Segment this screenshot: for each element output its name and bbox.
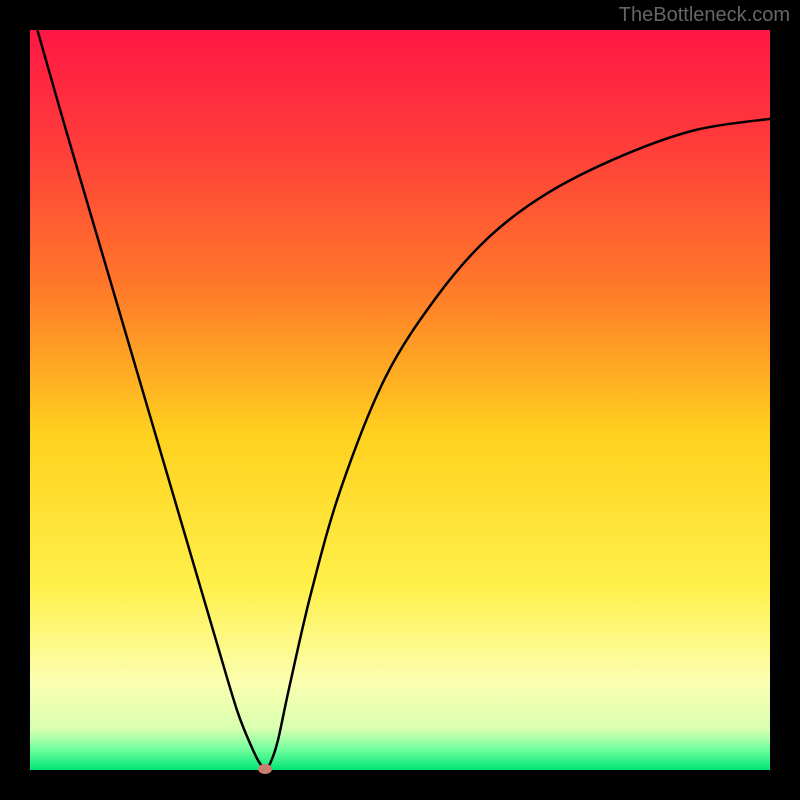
watermark-text: TheBottleneck.com — [619, 4, 790, 27]
minimum-marker — [258, 764, 272, 774]
curve-layer — [30, 30, 770, 770]
chart-container: TheBottleneck.com — [0, 0, 800, 800]
plot-area — [30, 30, 770, 770]
bottleneck-curve — [37, 30, 770, 769]
